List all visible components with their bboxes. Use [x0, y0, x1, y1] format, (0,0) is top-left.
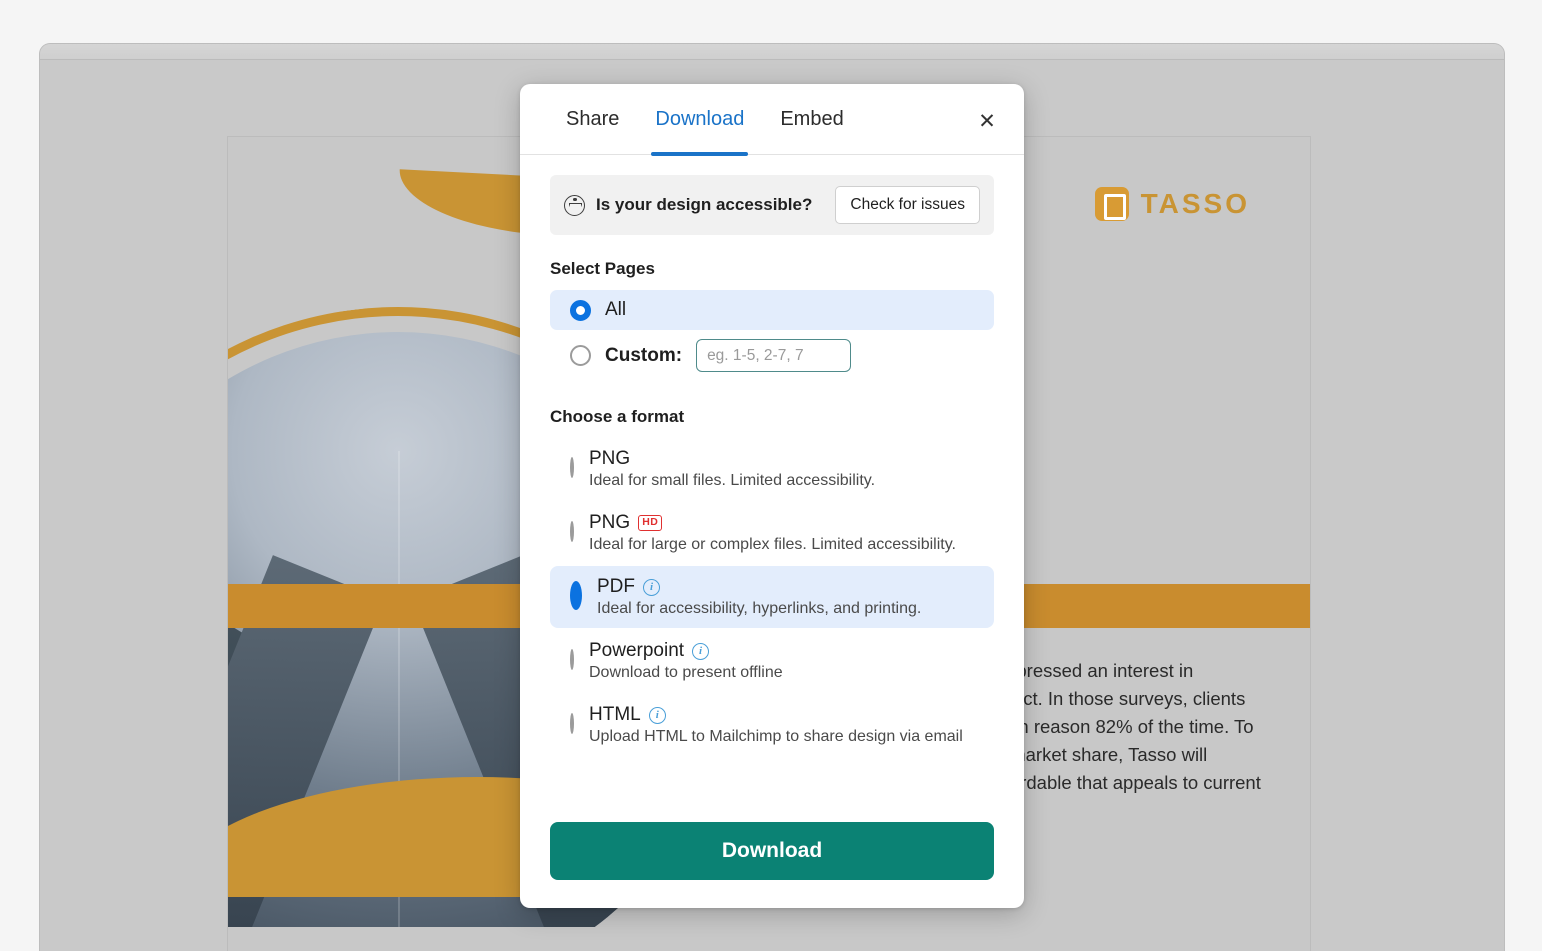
choose-format-section: Choose a format PNG Ideal for small file…	[550, 407, 994, 756]
format-pdf-title: PDF	[597, 576, 635, 597]
tasso-logo-text: TASSO	[1140, 188, 1250, 219]
radio-pdf[interactable]	[570, 581, 582, 610]
format-option-png[interactable]: PNG Ideal for small files. Limited acces…	[550, 438, 994, 500]
screen-root: TASSO NEW PRODUCT Executive Summary Base…	[0, 0, 1542, 951]
tab-embed[interactable]: Embed	[762, 84, 861, 155]
format-png-hd-title: PNG	[589, 512, 631, 533]
close-icon[interactable]: ✕	[972, 106, 1002, 136]
browser-toolbar	[40, 44, 1504, 60]
format-option-png-hd[interactable]: PNG HD Ideal for large or complex files.…	[550, 502, 994, 564]
dialog-tab-bar: Share Download Embed ✕	[520, 84, 1024, 156]
select-pages-title: Select Pages	[550, 259, 655, 278]
format-pdf-desc: Ideal for accessibility, hyperlinks, and…	[597, 600, 922, 617]
radio-custom[interactable]	[570, 345, 591, 366]
pages-option-custom-label: Custom:	[605, 344, 683, 366]
radio-png-hd[interactable]	[570, 521, 574, 542]
custom-pages-input[interactable]	[696, 339, 852, 372]
share-download-dialog: Share Download Embed ✕ Is your design ac…	[520, 84, 1024, 908]
info-icon[interactable]: i	[643, 578, 660, 596]
pages-option-all[interactable]: All	[550, 290, 994, 330]
accessibility-icon	[564, 194, 585, 216]
format-option-powerpoint[interactable]: Powerpoint i Download to present offline	[550, 630, 994, 692]
pages-option-all-label: All	[605, 299, 627, 320]
radio-powerpoint[interactable]	[570, 649, 574, 670]
format-option-html[interactable]: HTML i Upload HTML to Mailchimp to share…	[550, 694, 994, 756]
format-powerpoint-title: Powerpoint	[589, 640, 685, 661]
tab-download[interactable]: Download	[637, 84, 762, 156]
format-png-title: PNG	[589, 448, 631, 469]
dialog-footer: Download	[520, 806, 1024, 908]
format-html-title: HTML	[589, 704, 641, 725]
pages-option-custom[interactable]: Custom:	[550, 330, 994, 381]
select-pages-section: Select Pages All Custom:	[550, 259, 994, 381]
accessibility-banner: Is your design accessible? Check for iss…	[550, 175, 994, 235]
radio-all[interactable]	[570, 299, 591, 321]
radio-html[interactable]	[570, 713, 574, 734]
hd-badge: HD	[638, 515, 663, 531]
format-html-desc: Upload HTML to Mailchimp to share design…	[589, 728, 963, 745]
info-icon[interactable]: i	[692, 642, 710, 660]
accessibility-question: Is your design accessible?	[596, 195, 813, 214]
download-button[interactable]: Download	[550, 822, 994, 880]
format-option-pdf[interactable]: PDF i Ideal for accessibility, hyperlink…	[550, 566, 994, 628]
info-icon[interactable]: i	[648, 706, 666, 724]
format-png-hd-desc: Ideal for large or complex files. Limite…	[589, 536, 956, 553]
choose-format-title: Choose a format	[550, 407, 685, 426]
radio-png[interactable]	[570, 457, 574, 478]
tasso-logo-icon	[1094, 187, 1129, 221]
format-png-desc: Ideal for small files. Limited accessibi…	[589, 472, 876, 489]
check-for-issues-button[interactable]: Check for issues	[835, 186, 980, 224]
format-powerpoint-desc: Download to present offline	[589, 664, 783, 681]
dialog-content: Is your design accessible? Check for iss…	[520, 155, 1024, 806]
tab-share[interactable]: Share	[548, 84, 637, 155]
